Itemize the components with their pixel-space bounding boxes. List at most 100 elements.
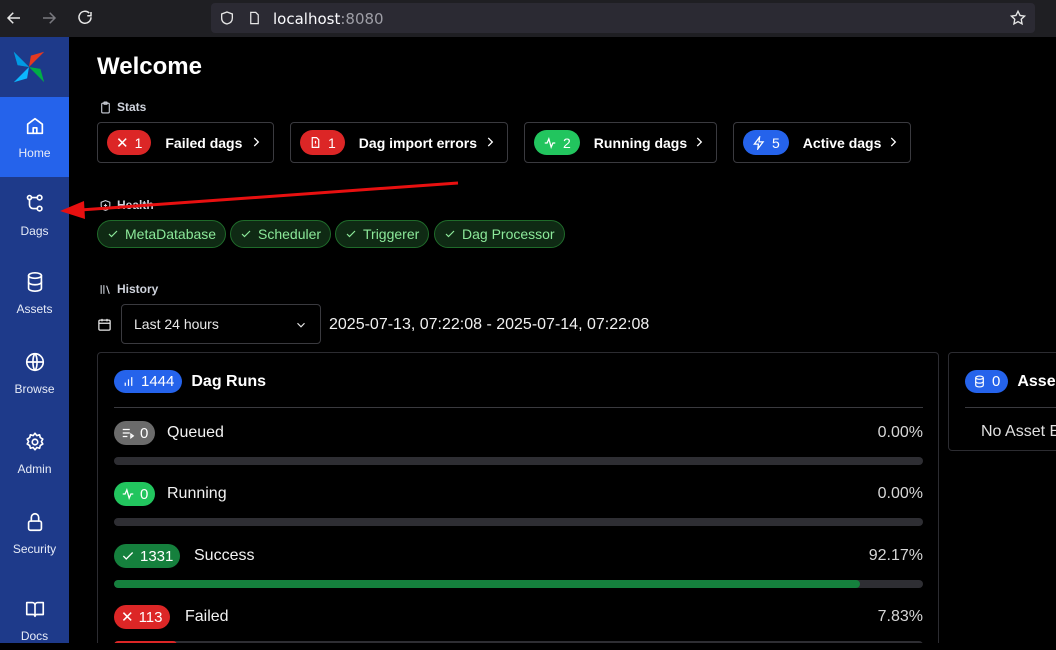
sidebar-item-label: Docs xyxy=(20,629,49,643)
sidebar-item-label: Dags xyxy=(20,224,49,238)
progress-track xyxy=(114,580,923,588)
run-label: Success xyxy=(194,547,255,564)
status-badge: 0 xyxy=(114,482,156,506)
chevron-right-icon xyxy=(487,137,494,147)
home-icon xyxy=(26,117,43,135)
check-icon xyxy=(346,230,356,238)
dag-runs-title: Dag Runs xyxy=(191,372,267,390)
activity-icon xyxy=(122,488,134,500)
page-icon[interactable] xyxy=(247,10,262,26)
date-range-text: 2025-07-13, 07:22:08 - 2025-07-14, 07:22… xyxy=(329,316,650,333)
sidebar-item-label: Security xyxy=(12,542,57,556)
status-badge: 2 xyxy=(534,130,580,155)
forward-icon[interactable] xyxy=(37,6,61,30)
sidebar-item-admin[interactable]: Admin xyxy=(0,423,69,493)
star-icon[interactable] xyxy=(1009,9,1027,27)
asset-events-header: 0 Asse xyxy=(965,370,1056,393)
airflow-logo[interactable] xyxy=(10,48,48,86)
url-bar[interactable]: localhost:8080 xyxy=(211,3,1035,33)
check-icon xyxy=(241,230,251,238)
stat-card-running-dags[interactable]: 2 Running dags xyxy=(524,122,717,163)
stat-label: Active dags xyxy=(802,134,882,151)
run-percentage: 92.17% xyxy=(868,547,923,564)
database-icon xyxy=(27,272,42,292)
dag-runs-count-badge: 1444 xyxy=(114,370,183,393)
chevron-right-icon xyxy=(253,137,260,147)
status-badge: 1 xyxy=(300,130,345,155)
sidebar-item-label: Browse xyxy=(14,382,55,396)
run-percentage: 0.00% xyxy=(877,485,923,502)
run-row-success[interactable]: 1331 Success 92.17% xyxy=(114,544,923,594)
library-icon xyxy=(100,284,110,294)
status-badge: 1331 xyxy=(114,544,181,568)
sidebar-item-label: Admin xyxy=(17,462,52,476)
bar-chart-icon xyxy=(124,377,133,386)
sidebar-item-browse[interactable]: Browse xyxy=(0,343,69,413)
main-content: Welcome Stats ✕ 1 Failed dags 1 Dag impor… xyxy=(69,37,1056,643)
check-icon xyxy=(445,230,455,238)
health-scheduler: Scheduler xyxy=(230,220,332,248)
health-metadatabase: MetaDatabase xyxy=(97,220,227,248)
calendar-icon xyxy=(98,318,111,331)
health-dag-processor: Dag Processor xyxy=(434,220,565,248)
history-label: History xyxy=(99,282,158,296)
dags-icon xyxy=(26,194,43,212)
asset-empty-message: No Asset E xyxy=(981,423,1056,440)
x-icon: ✕ xyxy=(116,134,129,152)
asset-events-panel: 0 Asse No Asset E xyxy=(948,352,1056,451)
run-percentage: 7.83% xyxy=(877,608,923,625)
stat-card-import-errors[interactable]: 1 Dag import errors xyxy=(290,122,508,163)
sidebar-item-assets[interactable]: Assets xyxy=(0,263,69,333)
run-percentage: 0.00% xyxy=(877,424,923,441)
check-icon xyxy=(122,552,134,560)
sidebar-item-dags[interactable]: Dags xyxy=(0,183,69,253)
page-title: Welcome xyxy=(97,53,202,80)
stat-label: Dag import errors xyxy=(358,134,478,151)
shield-plus-icon xyxy=(100,199,111,211)
status-badge: ✕ 113 xyxy=(114,605,170,629)
progress-fill xyxy=(114,580,860,588)
divider xyxy=(965,407,1056,408)
stat-label: Running dags xyxy=(593,134,688,151)
chevron-right-icon xyxy=(696,137,703,147)
sidebar-item-security[interactable]: Security xyxy=(0,503,69,573)
health-label: Health xyxy=(99,198,154,212)
file-alert-icon xyxy=(311,137,320,148)
health-triggerer: Triggerer xyxy=(335,220,430,248)
stat-label: Failed dags xyxy=(165,134,243,151)
status-badge: ✕ 1 xyxy=(107,130,152,155)
url-text: localhost:8080 xyxy=(273,10,384,28)
reload-icon[interactable] xyxy=(73,6,97,30)
sidebar-item-label: Assets xyxy=(16,302,53,316)
dag-runs-header: 1444 Dag Runs xyxy=(114,370,266,393)
chevron-right-icon xyxy=(890,137,897,147)
stat-card-active-dags[interactable]: 5 Active dags xyxy=(733,122,911,163)
sidebar-item-home[interactable]: Home xyxy=(0,97,69,177)
check-icon xyxy=(108,230,118,238)
time-range-select[interactable]: Last 24 hours xyxy=(121,304,321,344)
lightning-icon xyxy=(753,135,765,150)
queue-icon xyxy=(122,428,135,439)
stats-label: Stats xyxy=(99,100,146,114)
run-row-running[interactable]: 0 Running 0.00% xyxy=(114,482,923,532)
run-row-failed[interactable]: ✕ 113 Failed 7.83% xyxy=(114,605,923,643)
clipboard-icon xyxy=(101,101,110,113)
progress-track xyxy=(114,457,923,465)
lock-icon xyxy=(27,512,42,532)
sidebar-item-label: Home xyxy=(18,146,51,160)
x-icon: ✕ xyxy=(121,609,134,626)
status-badge: 5 xyxy=(743,130,789,155)
stat-card-failed-dags[interactable]: ✕ 1 Failed dags xyxy=(97,122,274,163)
book-icon xyxy=(25,601,44,618)
asset-events-title: Asse xyxy=(1017,372,1056,390)
gear-icon xyxy=(25,432,44,451)
run-row-queued[interactable]: 0 Queued 0.00% xyxy=(114,421,923,471)
run-label: Running xyxy=(167,485,227,502)
run-label: Failed xyxy=(185,608,229,625)
sidebar: Home Dags Assets Browse Admin Security D… xyxy=(0,37,69,643)
back-icon[interactable] xyxy=(2,6,26,30)
sidebar-item-docs[interactable]: Docs xyxy=(0,590,69,650)
shield-icon[interactable] xyxy=(219,10,235,26)
divider xyxy=(114,407,923,408)
browser-toolbar: localhost:8080 xyxy=(0,0,1056,37)
